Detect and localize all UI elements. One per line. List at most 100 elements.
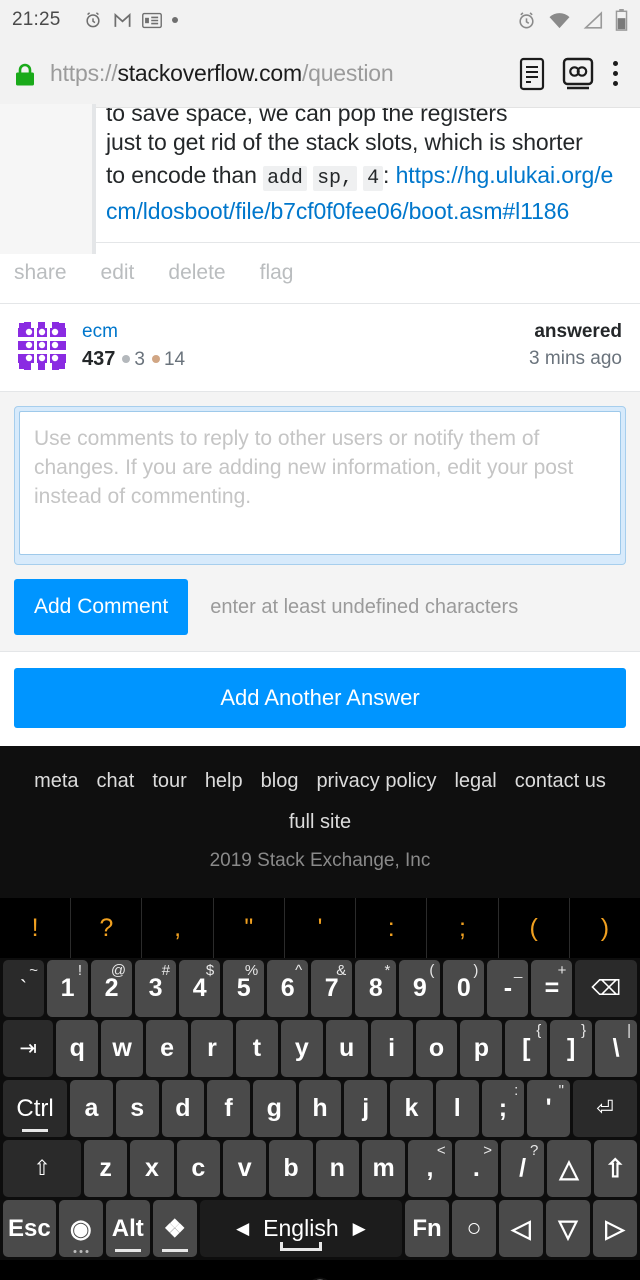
reader-mode-icon[interactable] [517,56,547,92]
key-4[interactable]: 4 $ [179,960,221,1017]
key-d[interactable]: d [161,1080,205,1137]
footer-link-contact-us[interactable]: contact us [515,770,606,793]
footer-link-full-site[interactable]: full site [289,811,351,834]
key-label: △ [559,1154,579,1183]
symbol-key-1[interactable]: ? [71,898,143,958]
key-m[interactable]: m [361,1140,406,1197]
key-5[interactable]: 5% [223,960,265,1017]
settings-key[interactable]: ◉ [58,1200,103,1257]
key-s[interactable]: s [115,1080,159,1137]
number-row-key-0[interactable]: ` ~ [3,960,45,1017]
footer-link-tour[interactable]: tour [152,770,186,793]
fn-key[interactable]: Fn [405,1200,450,1257]
key-9[interactable]: 9( [399,960,441,1017]
footer-link-privacy-policy[interactable]: privacy policy [316,770,436,793]
key-1[interactable]: 1! [47,960,89,1017]
key-g[interactable]: g [252,1080,296,1137]
number-row-key-12[interactable]: = + [531,960,573,1017]
qwerty-row-key-13[interactable]: \ | [595,1020,638,1077]
post-action-delete[interactable]: delete [168,261,225,285]
arrow-down-key[interactable]: ▽ [546,1200,590,1257]
number-row-key-11[interactable]: - _ [487,960,529,1017]
symbol-key-3[interactable]: " [213,898,285,958]
symbol-key-8[interactable]: ) [569,898,640,958]
home-row-key-10[interactable]: ;: [481,1080,525,1137]
spacebar-marker [279,1242,322,1251]
key-0[interactable]: 0) [443,960,485,1017]
key-q[interactable]: q [56,1020,99,1077]
key-2[interactable]: 2 @ [91,960,133,1017]
home-circle-icon[interactable] [256,1276,384,1280]
bottom-row-key-9[interactable]: . > [454,1140,498,1197]
kebab-menu-icon[interactable] [609,61,626,86]
arrow-up-key[interactable]: △ [547,1140,591,1197]
key-8[interactable]: 8 * [355,960,397,1017]
symbol-key-0[interactable]: ! [0,898,72,958]
key-n[interactable]: n [315,1140,359,1197]
key-7[interactable]: 7 & [311,960,353,1017]
qwerty-row-key-11[interactable]: [{ [505,1020,548,1077]
ctrl-key[interactable]: Ctrl [3,1080,68,1137]
arrow-right-key[interactable]: ▷ [593,1200,637,1257]
symbol-key-2[interactable]: , [142,898,214,958]
user-avatar-identicon[interactable] [16,320,68,372]
key-k[interactable]: k [390,1080,433,1137]
footer-link-help[interactable]: help [205,770,243,793]
key-v[interactable]: v [222,1140,267,1197]
alt-key[interactable]: Alt [105,1200,150,1257]
qwerty-row-key-12[interactable]: ]} [550,1020,593,1077]
backspace-key[interactable]: ⌫ [575,960,637,1017]
key-p[interactable]: p [460,1020,503,1077]
user-name-link[interactable]: ecm [82,320,529,344]
spacebar-language-key[interactable]: ◀ English ▶ [199,1200,403,1257]
url-bar[interactable]: https://stackoverflow.com/question [50,60,503,87]
key-w[interactable]: w [101,1020,144,1077]
key-a[interactable]: a [70,1080,113,1137]
symbol-key-7[interactable]: ( [498,898,570,958]
key-j[interactable]: j [344,1080,388,1137]
arrow-left-key[interactable]: ◁ [499,1200,544,1257]
key-c[interactable]: c [176,1140,220,1197]
key-l[interactable]: l [435,1080,479,1137]
symbol-key-6[interactable]: ; [427,898,499,958]
key-x[interactable]: x [130,1140,174,1197]
add-another-answer-button[interactable]: Add Another Answer [14,668,626,728]
footer-link-chat[interactable]: chat [97,770,135,793]
esc-key[interactable]: Esc [3,1200,56,1257]
enter-key[interactable]: ⏎ [572,1080,638,1137]
meta-key[interactable]: ❖ [152,1200,197,1257]
shift-left-key[interactable]: ⇧ [3,1140,81,1197]
language-prev-icon[interactable]: ◀ [236,1219,249,1239]
footer-link-blog[interactable]: blog [261,770,299,793]
bottom-row-key-10[interactable]: /? [500,1140,545,1197]
tabs-infinity-icon[interactable] [561,56,595,92]
key-h[interactable]: h [298,1080,342,1137]
shift-right-key[interactable]: ⇧ [593,1140,637,1197]
post-action-share[interactable]: share [14,261,67,285]
key-y[interactable]: y [280,1020,323,1077]
comment-input[interactable] [19,411,621,555]
key-r[interactable]: r [191,1020,233,1077]
circle-key[interactable]: ○ [452,1200,497,1257]
tab-key[interactable]: ⇥ [3,1020,54,1077]
post-action-edit[interactable]: edit [101,261,135,285]
bottom-row-key-8[interactable]: , < [408,1140,452,1197]
key-f[interactable]: f [207,1080,250,1137]
key-b[interactable]: b [269,1140,313,1197]
language-next-icon[interactable]: ▶ [353,1219,366,1239]
home-row-key-11[interactable]: ' " [527,1080,570,1137]
key-e[interactable]: e [146,1020,188,1077]
key-o[interactable]: o [415,1020,458,1077]
key-3[interactable]: 3 # [135,960,177,1017]
footer-link-legal[interactable]: legal [454,770,496,793]
post-action-flag[interactable]: flag [260,261,294,285]
key-i[interactable]: i [370,1020,413,1077]
footer-link-meta[interactable]: meta [34,770,78,793]
symbol-key-4[interactable]: ' [284,898,357,958]
symbol-key-5[interactable]: : [356,898,428,958]
add-comment-button[interactable]: Add Comment [14,579,189,635]
key-z[interactable]: z [84,1140,128,1197]
key-t[interactable]: t [235,1020,278,1077]
key-u[interactable]: u [325,1020,368,1077]
key-6[interactable]: 6 ^ [267,960,309,1017]
